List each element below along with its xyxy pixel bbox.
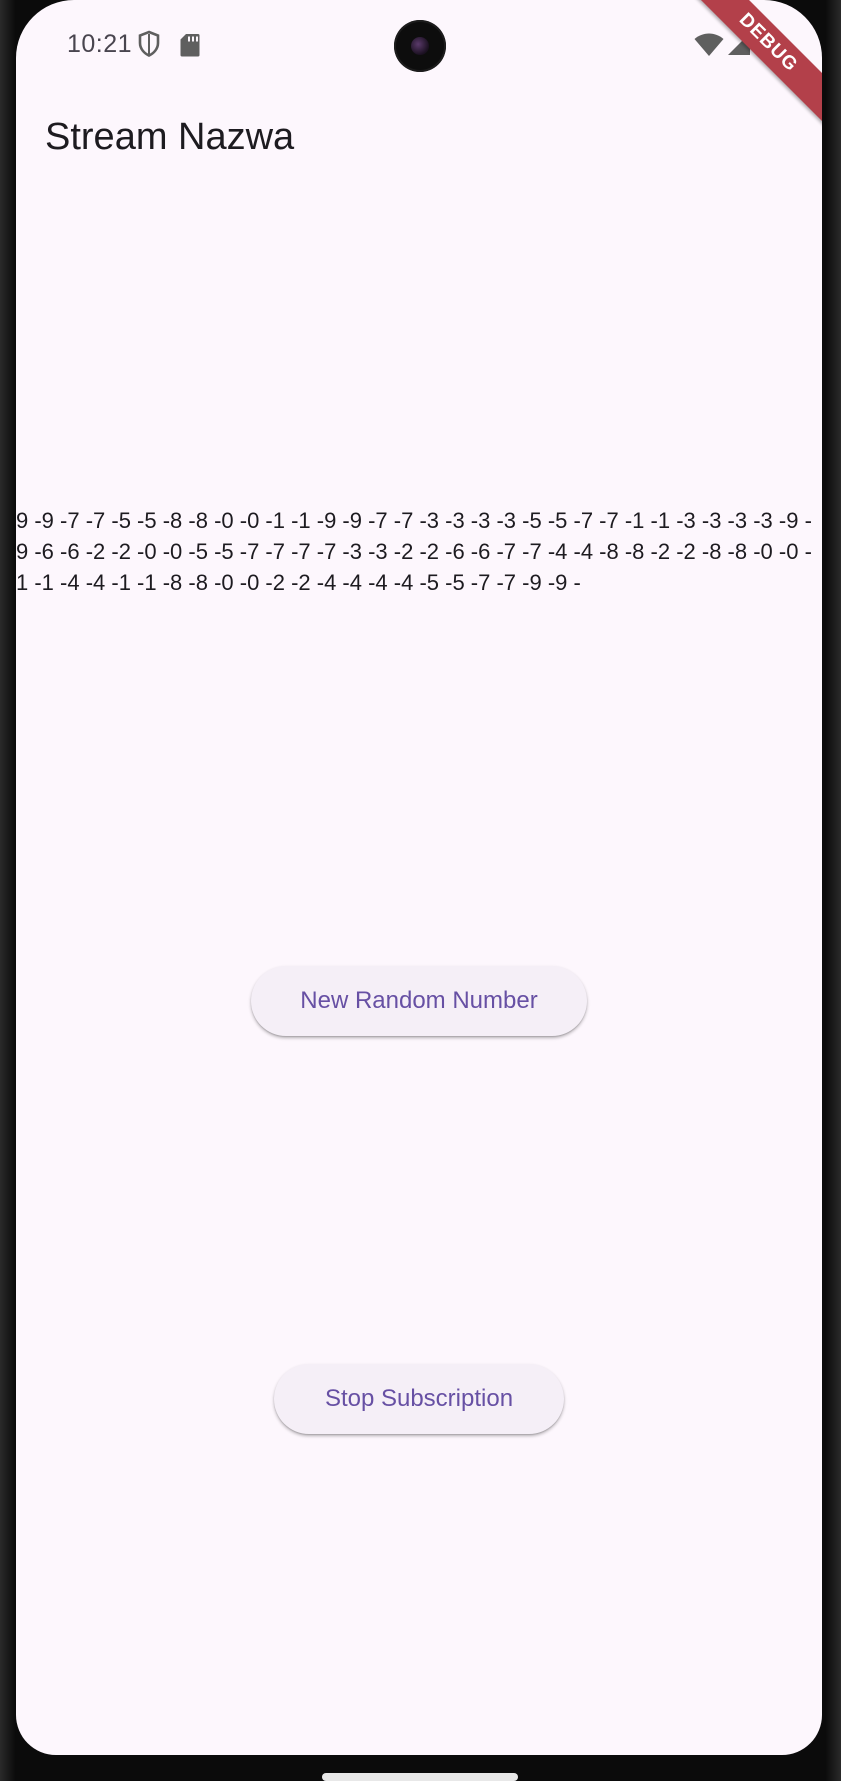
bezel-right [825,0,841,1781]
status-bar: 10:21 DEBUG [16,0,822,126]
status-time: 10:21 [67,30,133,58]
stop-subscription-button[interactable]: Stop Subscription [274,1364,564,1434]
random-number-stream: 9 -9 -7 -7 -5 -5 -8 -8 -0 -0 -1 -1 -9 -9… [16,508,812,595]
shield-icon [138,30,160,57]
camera-icon [394,20,446,72]
debug-banner: DEBUG [685,0,822,126]
wifi-icon [694,33,724,56]
app-screen: 10:21 DEBUG Stream Nazwa 9 -9 -7 -7 -5 -… [16,0,822,1755]
sd-card-icon [180,34,200,57]
home-indicator[interactable] [322,1773,518,1781]
new-random-number-button[interactable]: New Random Number [251,966,587,1036]
device-frame: 10:21 DEBUG Stream Nazwa 9 -9 -7 -7 -5 -… [0,0,841,1781]
bezel-left [0,0,16,1781]
page-title: Stream Nazwa [45,116,295,158]
